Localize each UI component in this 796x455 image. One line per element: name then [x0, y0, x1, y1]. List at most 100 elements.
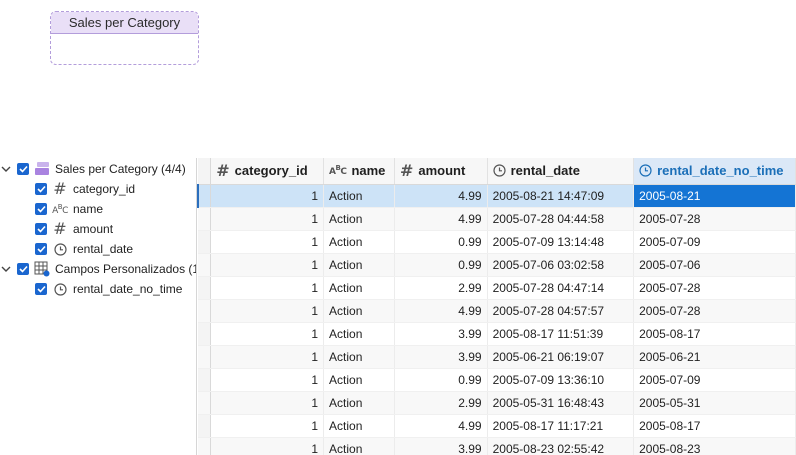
table-row[interactable]: 1 Action 0.99 2005-07-09 13:36:10 2005-07-09: [198, 368, 796, 392]
cell-category-id[interactable]: 1: [210, 322, 325, 346]
cell-category-id[interactable]: 1: [210, 230, 325, 254]
cell-rental-date-no-time[interactable]: 2005-08-21: [633, 184, 796, 208]
table-row[interactable]: 1 Action 3.99 2005-06-21 06:19:07 2005-06-21: [198, 345, 796, 369]
cell-name[interactable]: Action: [323, 207, 395, 231]
cell-rental-date-no-time[interactable]: 2005-06-21: [633, 345, 796, 369]
table-row[interactable]: 1 Action 0.99 2005-07-06 03:02:58 2005-07-06: [198, 253, 796, 277]
cell-rental-date[interactable]: 2005-08-23 02:55:42: [487, 437, 635, 455]
tree-node-custom-fields[interactable]: Campos Personalizados (1/: [0, 259, 196, 279]
row-header[interactable]: [198, 345, 212, 369]
cell-amount[interactable]: 0.99: [394, 230, 488, 254]
cell-rental-date[interactable]: 2005-07-28 04:57:57: [487, 299, 635, 323]
table-row[interactable]: 1 Action 4.99 2005-08-17 11:17:21 2005-08-17: [198, 414, 796, 438]
row-header[interactable]: [197, 184, 212, 208]
cell-name[interactable]: Action: [323, 230, 395, 254]
column-header-amount[interactable]: # amount: [394, 158, 488, 185]
cell-rental-date-no-time[interactable]: 2005-07-09: [633, 368, 796, 392]
cell-name[interactable]: Action: [323, 345, 395, 369]
row-header[interactable]: [198, 230, 212, 254]
row-header[interactable]: [198, 299, 212, 323]
cell-rental-date-no-time[interactable]: 2005-07-06: [633, 253, 796, 277]
cell-category-id[interactable]: 1: [210, 391, 325, 415]
row-header[interactable]: [198, 207, 212, 231]
cell-amount[interactable]: 0.99: [394, 368, 488, 392]
cell-rental-date-no-time[interactable]: 2005-07-28: [633, 276, 796, 300]
cell-amount[interactable]: 2.99: [394, 391, 488, 415]
row-header[interactable]: [198, 391, 212, 415]
cell-rental-date[interactable]: 2005-08-17 11:17:21: [487, 414, 635, 438]
checkbox[interactable]: [35, 283, 47, 295]
cell-name[interactable]: Action: [323, 253, 395, 277]
cell-category-id[interactable]: 1: [210, 345, 325, 369]
tree-node-category-id[interactable]: # category_id: [35, 179, 135, 199]
cell-rental-date[interactable]: 2005-07-09 13:14:48: [487, 230, 635, 254]
cell-rental-date-no-time[interactable]: 2005-08-17: [633, 322, 796, 346]
cell-amount[interactable]: 0.99: [394, 253, 488, 277]
cell-amount[interactable]: 4.99: [394, 207, 488, 231]
cell-category-id[interactable]: 1: [210, 368, 325, 392]
cell-amount[interactable]: 3.99: [394, 345, 488, 369]
checkbox[interactable]: [35, 223, 47, 235]
tree-node-rental-date-no-time[interactable]: rental_date_no_time: [35, 279, 182, 299]
cell-category-id[interactable]: 1: [210, 207, 325, 231]
column-header-rental-date[interactable]: rental_date: [487, 158, 635, 185]
row-header[interactable]: [198, 322, 212, 346]
cell-rental-date[interactable]: 2005-07-06 03:02:58: [487, 253, 635, 277]
tree-node-rental-date[interactable]: rental_date: [35, 239, 133, 259]
row-header[interactable]: [198, 276, 212, 300]
checkbox[interactable]: [17, 263, 29, 275]
cell-amount[interactable]: 4.99: [394, 414, 488, 438]
cell-rental-date[interactable]: 2005-07-09 13:36:10: [487, 368, 635, 392]
entity-card[interactable]: Sales per Category: [50, 11, 199, 65]
column-header-category-id[interactable]: # category_id: [210, 158, 325, 185]
cell-name[interactable]: Action: [323, 276, 395, 300]
table-row[interactable]: 1 Action 2.99 2005-07-28 04:47:14 2005-07-28: [198, 276, 796, 300]
cell-rental-date-no-time[interactable]: 2005-07-28: [633, 299, 796, 323]
entity-card-title[interactable]: Sales per Category: [51, 12, 198, 34]
cell-rental-date-no-time[interactable]: 2005-05-31: [633, 391, 796, 415]
table-row[interactable]: 1 Action 3.99 2005-08-17 11:51:39 2005-08-17: [198, 322, 796, 346]
checkbox[interactable]: [17, 163, 29, 175]
cell-amount[interactable]: 4.99: [394, 299, 488, 323]
cell-rental-date[interactable]: 2005-07-28 04:47:14: [487, 276, 635, 300]
cell-rental-date-no-time[interactable]: 2005-07-28: [633, 207, 796, 231]
row-header-corner[interactable]: [198, 158, 212, 185]
column-header-rental-date-no-time[interactable]: rental_date_no_time: [633, 158, 796, 185]
chevron-down-icon[interactable]: [0, 263, 12, 275]
cell-name[interactable]: Action: [323, 437, 395, 455]
tree-node-entity[interactable]: Sales per Category (4/4): [0, 159, 186, 179]
chevron-down-icon[interactable]: [0, 163, 12, 175]
cell-category-id[interactable]: 1: [210, 437, 325, 455]
table-row[interactable]: 1 Action 4.99 2005-07-28 04:44:58 2005-07-28: [198, 207, 796, 231]
cell-name[interactable]: Action: [323, 322, 395, 346]
cell-name[interactable]: Action: [323, 299, 395, 323]
checkbox[interactable]: [35, 243, 47, 255]
checkbox[interactable]: [35, 183, 47, 195]
cell-category-id[interactable]: 1: [210, 414, 325, 438]
column-header-name[interactable]: ABC name: [323, 158, 395, 185]
cell-name[interactable]: Action: [323, 368, 395, 392]
cell-rental-date[interactable]: 2005-07-28 04:44:58: [487, 207, 635, 231]
cell-rental-date-no-time[interactable]: 2005-08-23: [633, 437, 796, 455]
cell-name[interactable]: Action: [323, 391, 395, 415]
cell-rental-date[interactable]: 2005-08-17 11:51:39: [487, 322, 635, 346]
table-row[interactable]: 1 Action 4.99 2005-07-28 04:57:57 2005-07-28: [198, 299, 796, 323]
cell-amount[interactable]: 3.99: [394, 322, 488, 346]
tree-node-name[interactable]: ABC name: [35, 199, 103, 219]
cell-rental-date[interactable]: 2005-05-31 16:48:43: [487, 391, 635, 415]
row-header[interactable]: [198, 437, 212, 455]
cell-category-id[interactable]: 1: [210, 299, 325, 323]
cell-amount[interactable]: 2.99: [394, 276, 488, 300]
row-header[interactable]: [198, 368, 212, 392]
row-header[interactable]: [198, 414, 212, 438]
table-row[interactable]: 1 Action 0.99 2005-07-09 13:14:48 2005-07-09: [198, 230, 796, 254]
cell-name[interactable]: Action: [323, 184, 395, 208]
cell-name[interactable]: Action: [323, 414, 395, 438]
cell-category-id[interactable]: 1: [210, 184, 325, 208]
cell-category-id[interactable]: 1: [210, 253, 325, 277]
cell-category-id[interactable]: 1: [210, 276, 325, 300]
cell-rental-date[interactable]: 2005-06-21 06:19:07: [487, 345, 635, 369]
cell-rental-date-no-time[interactable]: 2005-07-09: [633, 230, 796, 254]
table-row[interactable]: 1 Action 2.99 2005-05-31 16:48:43 2005-05-31: [198, 391, 796, 415]
table-row[interactable]: 1 Action 3.99 2005-08-23 02:55:42 2005-08-23: [198, 437, 796, 455]
